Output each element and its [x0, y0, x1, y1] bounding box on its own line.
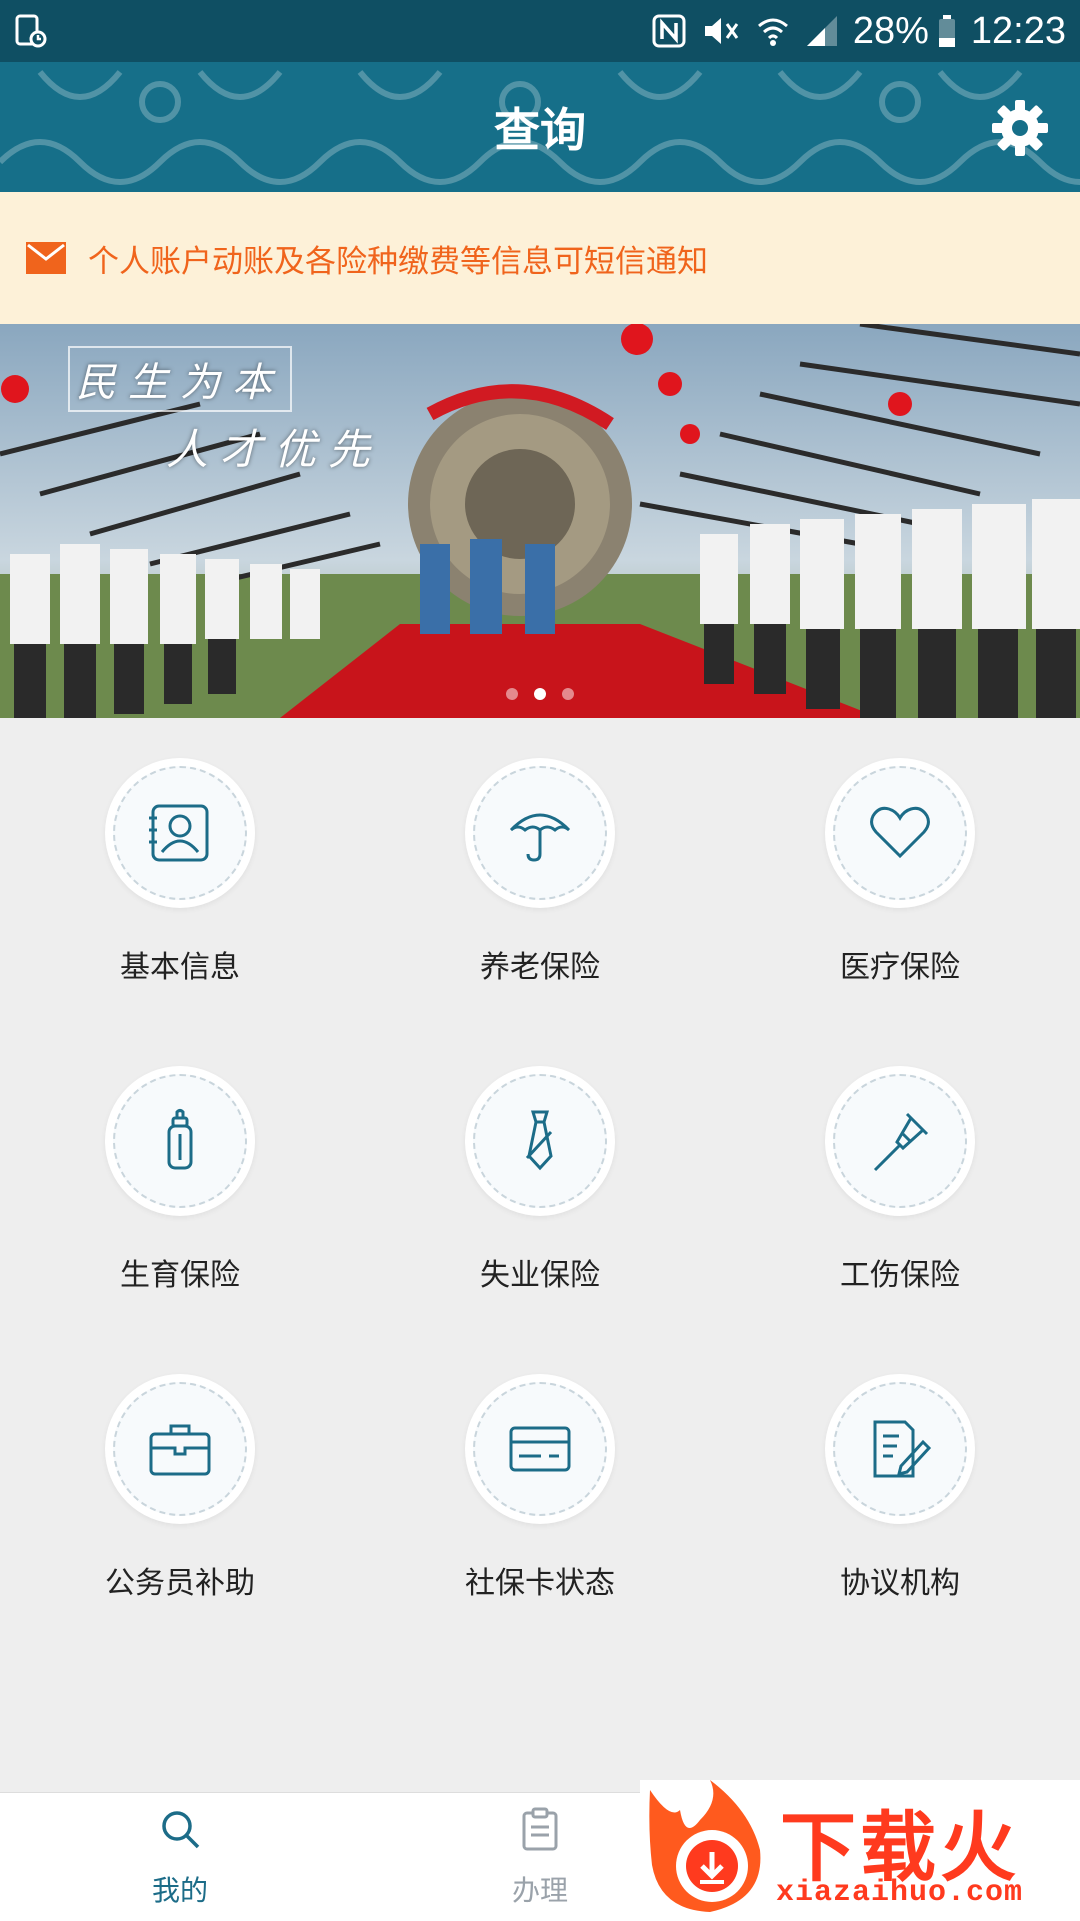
icon-circle — [105, 758, 255, 908]
heart-icon — [870, 806, 930, 859]
mute-icon — [701, 13, 741, 49]
banner-carousel[interactable]: 民生为本 人才优先 — [0, 324, 1080, 718]
battery-icon — [937, 14, 957, 48]
grid-label: 养老保险 — [480, 950, 600, 985]
search-icon — [162, 1811, 200, 1849]
icon-circle-inner — [113, 1074, 247, 1208]
grid-item-pension-insurance[interactable]: 养老保险 — [360, 718, 720, 1026]
grid-label: 工伤保险 — [840, 1258, 960, 1293]
icon-circle — [105, 1066, 255, 1216]
banner-caption-2: 人才优先 — [166, 425, 383, 474]
grid-item-social-security-card-status[interactable]: 社保卡状态 — [360, 1334, 720, 1642]
grid-item-maternity-insurance[interactable]: 生育保险 — [0, 1026, 360, 1334]
icon-circle-inner — [473, 1382, 607, 1516]
query-grid: 基本信息 养老保险 医疗保险 生育保险 失业保险 工伤保险 公务员补助 社保卡状… — [0, 718, 1080, 1642]
carousel-dot — [506, 688, 518, 700]
necktie-icon — [525, 1110, 553, 1171]
crutch-icon — [873, 1112, 929, 1172]
mail-icon — [26, 242, 66, 274]
icon-circle — [825, 1374, 975, 1524]
settings-button[interactable] — [990, 98, 1050, 158]
carousel-dot — [562, 688, 574, 700]
document-pen-icon — [873, 1420, 932, 1478]
icon-circle — [825, 1066, 975, 1216]
icon-circle-inner — [833, 1382, 967, 1516]
grid-label: 失业保险 — [480, 1258, 600, 1293]
icon-circle-inner — [473, 766, 607, 900]
screenshot-icon — [14, 13, 48, 49]
battery-percent: 28% — [852, 9, 929, 52]
grid-label: 生育保险 — [120, 1258, 240, 1293]
watermark-url: xiazaihuo.com — [776, 1876, 1024, 1910]
sms-notice-bar[interactable]: 个人账户动账及各险种缴费等信息可短信通知 — [0, 192, 1080, 324]
grid-label: 医疗保险 — [840, 950, 960, 985]
carousel-indicator — [0, 688, 1080, 700]
signal-icon — [805, 14, 839, 48]
id-card-icon — [149, 804, 209, 862]
umbrella-icon — [509, 813, 571, 862]
page-title: 查询 — [494, 103, 586, 157]
icon-circle-inner — [113, 766, 247, 900]
icon-circle — [825, 758, 975, 908]
clipboard-icon — [522, 1807, 558, 1851]
grid-item-unemployment-insurance[interactable]: 失业保险 — [360, 1026, 720, 1334]
briefcase-icon — [149, 1424, 211, 1476]
nfc-icon — [651, 13, 687, 49]
icon-circle — [105, 1374, 255, 1524]
notice-text: 个人账户动账及各险种缴费等信息可短信通知 — [88, 243, 708, 280]
grid-label: 基本信息 — [120, 950, 240, 985]
flame-logo-icon — [649, 1780, 761, 1912]
title-bar: 查询 — [0, 62, 1080, 192]
grid-item-civil-servant-subsidy[interactable]: 公务员补助 — [0, 1334, 360, 1642]
icon-circle-inner — [833, 766, 967, 900]
wifi-icon — [755, 13, 791, 49]
grid-label: 协议机构 — [840, 1566, 960, 1601]
grid-item-medical-insurance[interactable]: 医疗保险 — [720, 718, 1080, 1026]
grid-item-agreement-institutions[interactable]: 协议机构 — [720, 1334, 1080, 1642]
icon-circle-inner — [113, 1382, 247, 1516]
grid-label: 公务员补助 — [105, 1566, 255, 1601]
gear-icon — [992, 100, 1048, 156]
icon-circle — [465, 1374, 615, 1524]
grid-item-basic-info[interactable]: 基本信息 — [0, 718, 360, 1026]
icon-circle — [465, 758, 615, 908]
banner-caption-1: 民生为本 — [68, 346, 292, 412]
nav-label-my: 我的 — [151, 1874, 208, 1907]
carousel-dot-active — [534, 688, 546, 700]
watermark-logo: 下载火 xiazaihuo.com — [640, 1780, 1080, 1920]
status-bar: 28% 12:23 — [0, 0, 1080, 62]
baby-bottle-icon — [167, 1109, 193, 1170]
grid-item-work-injury-insurance[interactable]: 工伤保险 — [720, 1026, 1080, 1334]
nav-tab-my[interactable]: 我的 — [0, 1793, 360, 1921]
grid-label: 社保卡状态 — [465, 1566, 615, 1601]
icon-circle-inner — [473, 1074, 607, 1208]
card-icon — [509, 1426, 571, 1472]
icon-circle-inner — [833, 1074, 967, 1208]
icon-circle — [465, 1066, 615, 1216]
clock: 12:23 — [970, 9, 1066, 52]
